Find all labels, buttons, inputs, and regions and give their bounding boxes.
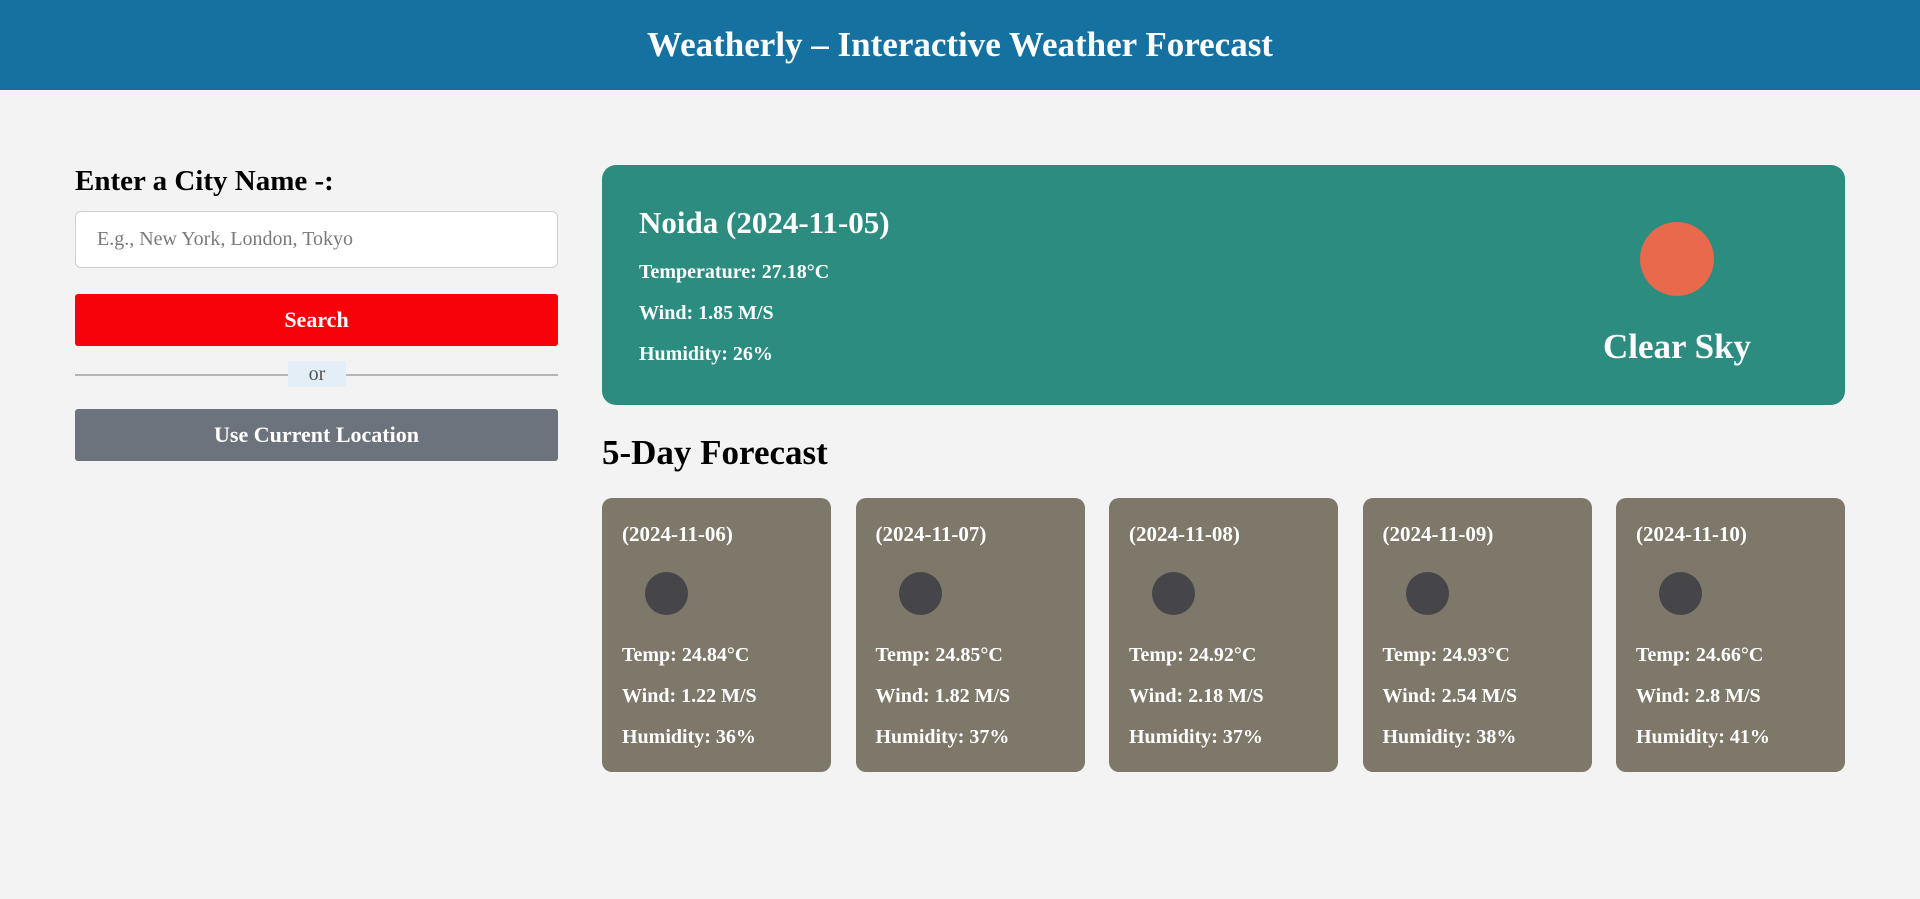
- current-humidity: Humidity: 26%: [639, 343, 773, 365]
- forecast-card: (2024-11-07) Temp: 24.85°C Wind: 1.82 M/…: [855, 498, 1085, 772]
- search-heading: Enter a City Name -:: [75, 165, 334, 197]
- app-title: Weatherly – Interactive Weather Forecast: [647, 25, 1273, 64]
- forecast-wind: Wind: 2.18 M/S: [1129, 685, 1264, 707]
- current-city-date: Noida (2024-11-05): [639, 205, 890, 240]
- forecast-humidity: Humidity: 37%: [875, 726, 1010, 748]
- search-button[interactable]: Search: [75, 294, 558, 346]
- forecast-temp: Temp: 24.92°C: [1129, 644, 1257, 666]
- use-current-location-button[interactable]: Use Current Location: [75, 409, 558, 461]
- or-divider: or: [75, 359, 558, 389]
- forecast-date: (2024-11-07): [875, 522, 987, 546]
- current-temperature: Temperature: 27.18°C: [639, 261, 830, 283]
- forecast-wind: Wind: 1.82 M/S: [875, 685, 1011, 707]
- sun-icon: [1640, 222, 1714, 296]
- forecast-temp: Temp: 24.85°C: [875, 644, 1003, 666]
- moon-icon: [645, 572, 688, 615]
- forecast-temp: Temp: 24.66°C: [1636, 644, 1764, 666]
- forecast-date: (2024-11-10): [1636, 522, 1747, 546]
- app-header: Weatherly – Interactive Weather Forecast: [0, 0, 1920, 90]
- moon-icon: [1152, 572, 1195, 615]
- forecast-title: 5-Day Forecast: [602, 433, 828, 472]
- current-wind: Wind: 1.85 M/S: [639, 302, 774, 324]
- current-weather-card: Noida (2024-11-05) Temperature: 27.18°C …: [602, 165, 1845, 405]
- forecast-date: (2024-11-08): [1129, 522, 1240, 546]
- moon-icon: [898, 572, 942, 615]
- forecast-humidity: Humidity: 41%: [1636, 726, 1770, 748]
- forecast-temp: Temp: 24.93°C: [1382, 644, 1510, 666]
- forecast-wind: Wind: 1.22 M/S: [622, 685, 757, 707]
- forecast-humidity: Humidity: 37%: [1129, 726, 1263, 748]
- city-search-input[interactable]: [75, 211, 558, 268]
- divider-label: or: [288, 361, 346, 387]
- forecast-card: (2024-11-08) Temp: 24.92°C Wind: 2.18 M/…: [1109, 498, 1338, 772]
- current-weather-details: Noida (2024-11-05) Temperature: 27.18°C …: [639, 203, 890, 375]
- forecast-humidity: Humidity: 36%: [622, 726, 756, 748]
- forecast-card: (2024-11-09) Temp: 24.93°C Wind: 2.54 M/…: [1362, 498, 1592, 772]
- forecast-card: (2024-11-06) Temp: 24.84°C Wind: 1.22 M/…: [602, 498, 831, 772]
- moon-icon: [1659, 572, 1702, 615]
- forecast-wind: Wind: 2.8 M/S: [1636, 685, 1761, 707]
- current-description: Clear Sky: [1602, 327, 1752, 366]
- forecast-humidity: Humidity: 38%: [1382, 726, 1517, 748]
- forecast-card: (2024-11-10) Temp: 24.66°C Wind: 2.8 M/S…: [1616, 498, 1845, 772]
- forecast-wind: Wind: 2.54 M/S: [1382, 685, 1518, 707]
- forecast-date: (2024-11-06): [622, 522, 733, 546]
- forecast-date: (2024-11-09): [1382, 522, 1494, 546]
- moon-icon: [1405, 572, 1449, 615]
- current-condition: Clear Sky: [1592, 222, 1762, 367]
- search-panel: Enter a City Name -: Search or Use Curre…: [75, 163, 558, 461]
- forecast-temp: Temp: 24.84°C: [622, 644, 750, 666]
- forecast-list: (2024-11-06) Temp: 24.84°C Wind: 1.22 M/…: [602, 498, 1845, 772]
